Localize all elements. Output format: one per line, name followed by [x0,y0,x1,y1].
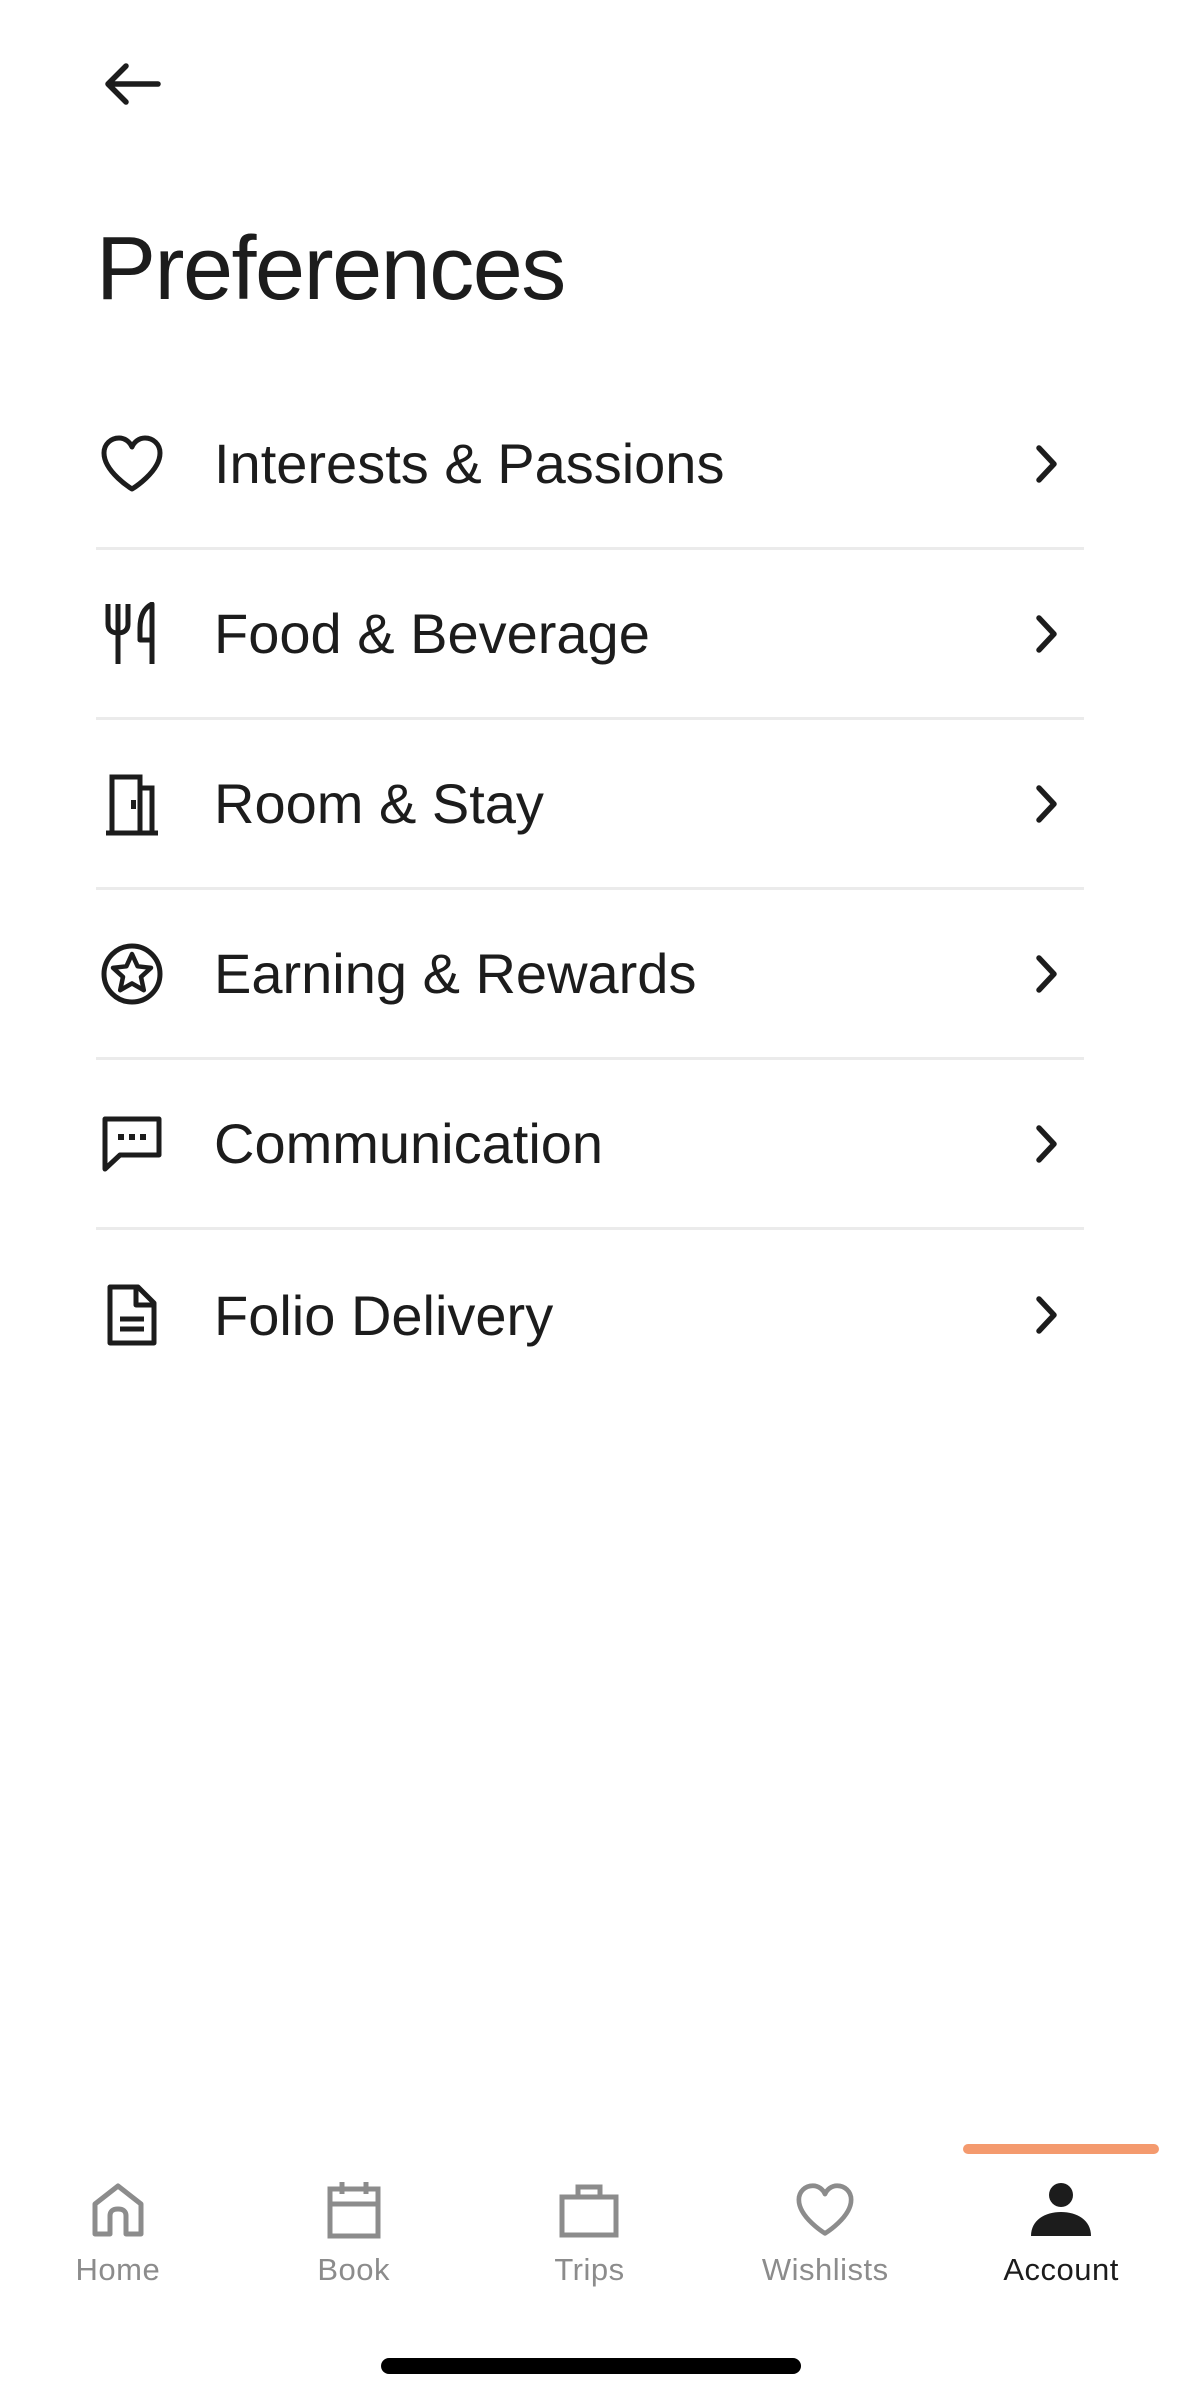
tab-label: Trips [554,2252,625,2287]
bottom-nav: Home Book Trips Wishlists Account [0,2140,1179,2290]
tab-trips[interactable]: Trips [472,2140,708,2290]
menu-item-interests-passions[interactable]: Interests & Passions [96,380,1084,550]
back-button[interactable] [96,56,168,112]
chevron-right-icon [1016,604,1076,664]
tab-wishlists[interactable]: Wishlists [707,2140,943,2290]
fork-knife-icon [96,598,168,670]
person-icon [1029,2178,1093,2242]
tab-book[interactable]: Book [236,2140,472,2290]
chat-bubble-icon [96,1108,168,1180]
tab-home[interactable]: Home [0,2140,236,2290]
home-icon [86,2178,150,2242]
menu-item-food-beverage[interactable]: Food & Beverage [96,550,1084,720]
menu-item-folio-delivery[interactable]: Folio Delivery [96,1230,1084,1400]
chevron-right-icon [1016,1114,1076,1174]
page-title: Preferences [96,219,566,319]
chevron-right-icon [1016,1285,1076,1345]
arrow-left-icon [105,63,161,105]
tab-label: Account [1003,2252,1119,2287]
tab-label: Wishlists [761,2252,889,2287]
chevron-right-icon [1016,774,1076,834]
heart-icon [96,428,168,500]
menu-item-label: Interests & Passions [214,432,725,495]
star-circle-icon [96,938,168,1010]
tab-label: Home [75,2252,161,2287]
tab-account[interactable]: Account [943,2140,1179,2290]
chevron-right-icon [1016,944,1076,1004]
menu-item-label: Food & Beverage [214,602,650,665]
tab-label: Book [317,2252,391,2287]
menu-item-label: Communication [214,1112,604,1175]
heart-icon [793,2178,857,2242]
menu-item-earning-rewards[interactable]: Earning & Rewards [96,890,1084,1060]
calendar-icon [322,2178,386,2242]
menu-item-label: Earning & Rewards [214,942,697,1005]
menu-item-communication[interactable]: Communication [96,1060,1084,1230]
preferences-list: Interests & Passions Food & Beverage Roo… [96,380,1084,1400]
active-tab-indicator [963,2144,1159,2154]
chevron-right-icon [1016,434,1076,494]
menu-item-label: Folio Delivery [214,1283,554,1347]
briefcase-icon [557,2178,621,2242]
menu-item-room-stay[interactable]: Room & Stay [96,720,1084,890]
document-icon [96,1279,168,1351]
door-icon [96,768,168,840]
home-indicator [381,2358,801,2374]
menu-item-label: Room & Stay [214,772,544,835]
